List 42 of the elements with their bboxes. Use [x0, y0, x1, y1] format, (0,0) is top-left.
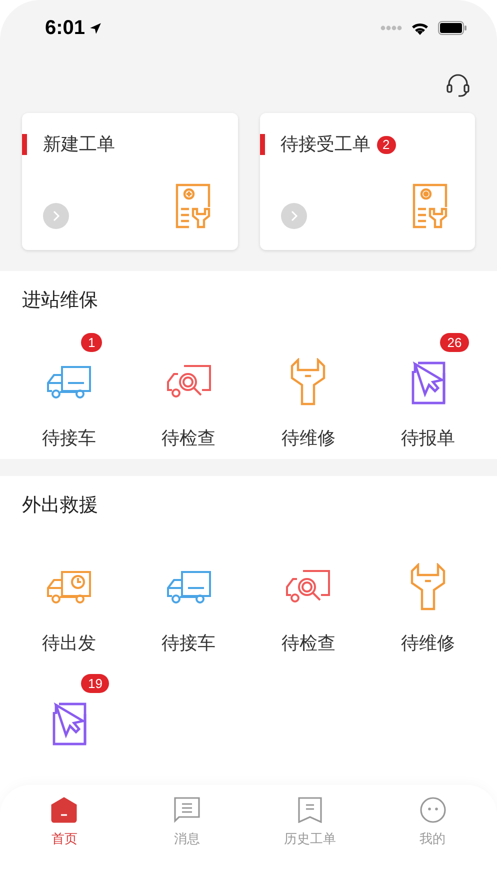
item-label[interactable]: 待检查	[162, 426, 216, 450]
headset-icon[interactable]	[445, 72, 471, 98]
item-label[interactable]: 待维修	[281, 426, 336, 450]
section-title: 外出救援	[21, 494, 99, 518]
item-label[interactable]: 待接车	[42, 426, 96, 450]
wifi-icon	[410, 20, 430, 36]
signal-icon	[380, 25, 402, 31]
truck-icon	[166, 568, 212, 606]
accent-bar	[260, 134, 264, 155]
count-badge: 1	[81, 333, 102, 352]
truck-clock-icon	[46, 568, 92, 606]
message-icon	[174, 797, 200, 823]
wrench-icon	[290, 358, 326, 406]
count-badge: 2	[376, 136, 396, 154]
item-label[interactable]: 待报单	[401, 426, 456, 450]
work-order-card[interactable]: 待接受工单 2	[260, 113, 475, 250]
document-icon	[298, 797, 322, 823]
repair-document-icon	[412, 183, 448, 229]
item-label[interactable]: 待接车	[162, 631, 216, 655]
chevron-right-icon[interactable]	[43, 203, 69, 229]
count-badge: 26	[440, 333, 469, 352]
card-title: 新建工单	[43, 133, 115, 156]
card-title: 待接受工单	[280, 133, 370, 156]
battery-icon	[438, 21, 467, 35]
truck-icon	[46, 363, 92, 401]
location-icon	[89, 22, 102, 34]
chevron-right-icon[interactable]	[280, 203, 306, 229]
item-label[interactable]: 待出发	[42, 631, 96, 655]
home-icon	[51, 797, 78, 823]
wrench-icon	[410, 563, 446, 611]
item-label[interactable]: 待检查	[281, 631, 336, 655]
item-label[interactable]: 待维修	[401, 631, 456, 655]
repair-document-icon	[174, 183, 210, 229]
work-order-card[interactable]: 新建工单	[22, 113, 238, 250]
status-time: 6:01	[45, 16, 86, 41]
accent-bar	[22, 134, 27, 155]
section-title: 进站维保	[21, 289, 99, 313]
count-badge: 19	[81, 674, 110, 693]
paper-plane-icon	[50, 700, 87, 746]
paper-plane-icon	[410, 359, 446, 405]
tab[interactable]: 首页	[3, 797, 126, 848]
face-icon	[420, 797, 446, 823]
